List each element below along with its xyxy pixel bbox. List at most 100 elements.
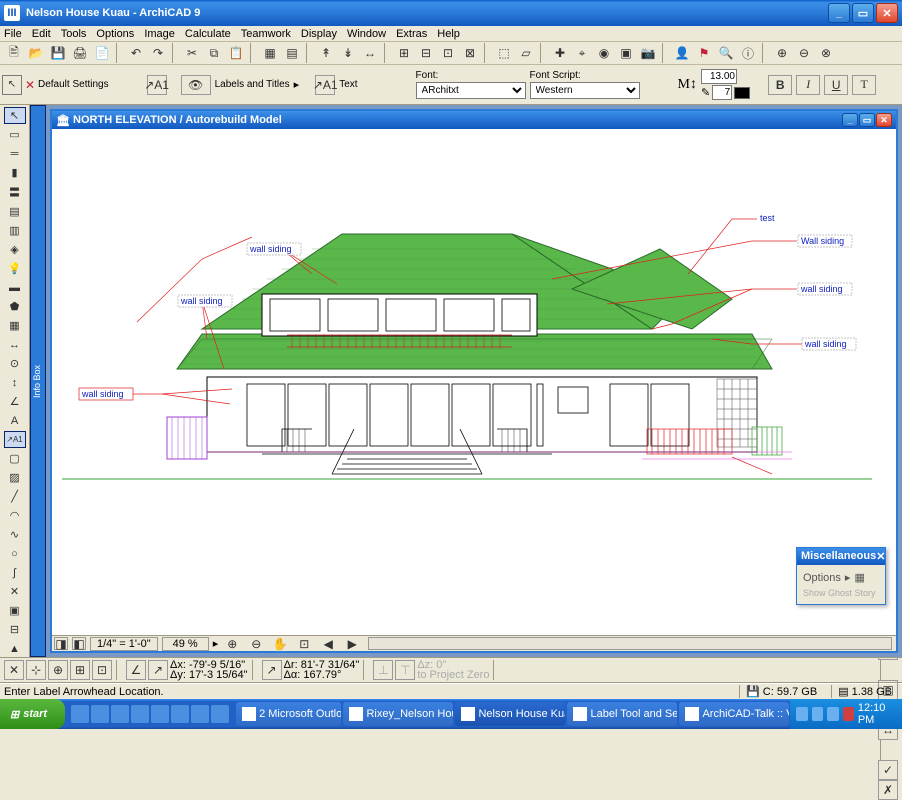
tb-icon-12[interactable]: ▣ (616, 43, 636, 63)
ql-icon-4[interactable] (131, 705, 149, 723)
doc-minimize-button[interactable]: _ (842, 113, 858, 127)
eyedropper-icon[interactable]: ⌖ (572, 43, 592, 63)
door-tool[interactable]: ▥ (4, 222, 26, 239)
grid-button[interactable]: ▦ (260, 43, 280, 63)
textstyle-button[interactable]: T (852, 75, 876, 95)
layers-button[interactable]: ▤ (282, 43, 302, 63)
spline-tool[interactable]: ∫ (4, 564, 26, 581)
menu-calculate[interactable]: Calculate (185, 28, 231, 40)
zoom-display[interactable]: 49 % (162, 637, 209, 651)
menu-window[interactable]: Window (347, 28, 386, 40)
marquee-tool[interactable]: ▭ (4, 126, 26, 143)
tb-icon-1[interactable]: ↟ (316, 43, 336, 63)
coord-icon-9[interactable]: ⊥ (373, 660, 393, 680)
coord-icon-7[interactable]: ↗ (148, 660, 168, 680)
ql-icon-6[interactable] (171, 705, 189, 723)
tray-icon-4[interactable] (843, 707, 854, 721)
ql-icon-7[interactable] (191, 705, 209, 723)
close-button[interactable]: ✕ (876, 3, 898, 23)
lamp-tool[interactable]: 💡 (4, 260, 26, 277)
nav-icon-1[interactable]: ⊕ (222, 637, 242, 650)
menu-display[interactable]: Display (301, 28, 337, 40)
tb-icon-13[interactable]: ⊕ (772, 43, 792, 63)
mesh-tool[interactable]: ▦ (4, 317, 26, 334)
new-button[interactable]: 🖹 (4, 43, 24, 63)
window-tool[interactable]: ▤ (4, 203, 26, 220)
arrow-icon[interactable]: ↖ (2, 75, 22, 95)
close-small-icon[interactable]: ✕ (26, 75, 34, 95)
figure-tool[interactable]: ▣ (4, 602, 26, 619)
slab-tool[interactable]: ▬ (4, 279, 26, 296)
task-archicad[interactable]: Nelson House Kuau... (455, 702, 565, 726)
radial-dim-tool[interactable]: ⊙ (4, 355, 26, 372)
magnify-icon[interactable]: 🔍 (716, 43, 736, 63)
ql-icon-5[interactable] (151, 705, 169, 723)
coord-icon-6[interactable]: ∠ (126, 660, 146, 680)
misc-options-icon[interactable]: ▦ (854, 571, 864, 584)
person-icon[interactable]: 👤 (672, 43, 692, 63)
menu-options[interactable]: Options (96, 28, 134, 40)
ql-icon-8[interactable] (211, 705, 229, 723)
menu-extras[interactable]: Extras (396, 28, 427, 40)
drawing-canvas[interactable]: test Wall siding wall siding wall siding… (52, 129, 896, 635)
save-button[interactable]: 💾 (48, 43, 68, 63)
tb-icon-2[interactable]: ↡ (338, 43, 358, 63)
menu-teamwork[interactable]: Teamwork (241, 28, 291, 40)
text-tool[interactable]: A (4, 412, 26, 429)
ql-icon-3[interactable] (111, 705, 129, 723)
label-style-button[interactable]: ↗A1 (315, 75, 335, 95)
zone-tool[interactable]: ▢ (4, 450, 26, 467)
tb-icon-3[interactable]: ↔ (360, 43, 380, 63)
doc-close-button[interactable]: ✕ (876, 113, 892, 127)
italic-button[interactable]: I (796, 75, 820, 95)
open-button[interactable]: 📂 (26, 43, 46, 63)
layer-icon[interactable]: 👁 (181, 75, 211, 95)
level-dim-tool[interactable]: ↕ (4, 374, 26, 391)
fontscript-select[interactable]: Western (530, 82, 640, 99)
nav-icon-6[interactable]: ▶ (342, 637, 362, 650)
tb-icon-6[interactable]: ⊡ (438, 43, 458, 63)
tb-icon-14[interactable]: ⊖ (794, 43, 814, 63)
cancel-icon[interactable]: ✗ (878, 780, 898, 800)
labels-titles-dropdown[interactable]: Labels and Titles (215, 79, 290, 90)
menu-help[interactable]: Help (437, 28, 460, 40)
ok-icon[interactable]: ✓ (878, 760, 898, 780)
copy-button[interactable]: ⧉ (204, 43, 224, 63)
ql-icon-2[interactable] (91, 705, 109, 723)
coord-icon-3[interactable]: ⊕ (48, 660, 68, 680)
doc-maximize-button[interactable]: ▭ (859, 113, 875, 127)
tb-icon-8[interactable]: ⬚ (494, 43, 514, 63)
clock[interactable]: 12:10 PM (858, 702, 896, 726)
roof-tool[interactable]: ⬟ (4, 298, 26, 315)
zoom-control-1[interactable]: ◨ (54, 637, 68, 650)
tb-icon-10[interactable]: ✚ (550, 43, 570, 63)
nav-icon-3[interactable]: ✋ (270, 637, 290, 650)
underline-button[interactable]: U (824, 75, 848, 95)
fill-tool[interactable]: ▨ (4, 469, 26, 486)
label-tool[interactable]: ↗A1 (4, 431, 26, 448)
section-tool[interactable]: ⊟ (4, 621, 26, 638)
nav-icon-5[interactable]: ◀ (318, 637, 338, 650)
nav-icon-4[interactable]: ⊡ (294, 637, 314, 650)
coord-icon-2[interactable]: ⊹ (26, 660, 46, 680)
tb-icon-11[interactable]: ◉ (594, 43, 614, 63)
menu-tools[interactable]: Tools (61, 28, 87, 40)
tb-icon-7[interactable]: ⊠ (460, 43, 480, 63)
hotspot-tool[interactable]: ✕ (4, 583, 26, 600)
tray-icon-2[interactable] (812, 707, 823, 721)
maximize-button[interactable]: ▭ (852, 3, 874, 23)
beam-tool[interactable]: 〓 (4, 183, 26, 201)
info-icon[interactable]: ⓘ (738, 43, 758, 63)
minimize-button[interactable]: _ (828, 3, 850, 23)
font-size-input[interactable] (701, 69, 737, 84)
coord-icon-10[interactable]: ⊤ (395, 660, 415, 680)
misc-close-icon[interactable]: ✕ (876, 550, 885, 563)
coord-icon-1[interactable]: ✕ (4, 660, 24, 680)
ql-icon-1[interactable] (71, 705, 89, 723)
task-outlook[interactable]: 2 Microsoft Outlook (236, 702, 341, 726)
paste-button[interactable]: 📋 (226, 43, 246, 63)
coord-icon-5[interactable]: ⊡ (92, 660, 112, 680)
task-browser[interactable]: ArchiCAD-Talk :: Vi... (679, 702, 789, 726)
font-select[interactable]: ARchitxt (416, 82, 526, 99)
cut-button[interactable]: ✂ (182, 43, 202, 63)
